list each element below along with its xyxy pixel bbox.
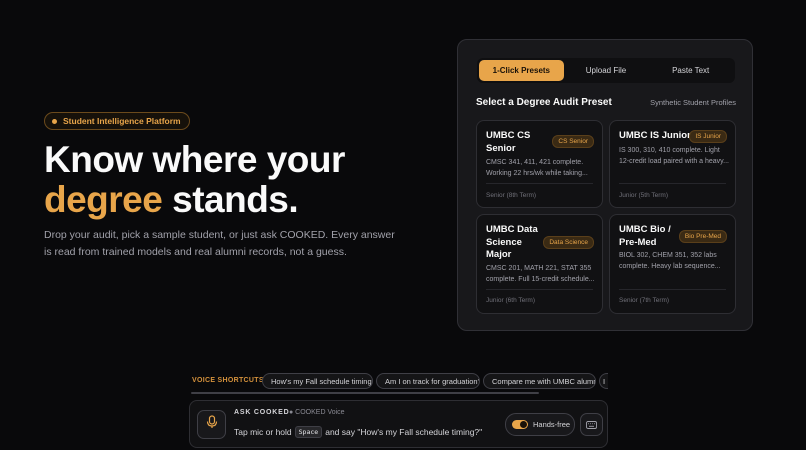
card-title: UMBC Data Science Major	[486, 224, 538, 260]
card-term: Junior (5th Term)	[619, 192, 669, 199]
input-tabs: 1-Click Presets Upload File Paste Text	[477, 58, 735, 83]
card-tag: CS Senior	[552, 135, 594, 148]
mic-button[interactable]	[197, 410, 226, 439]
card-divider	[619, 289, 726, 290]
preset-card-is-junior[interactable]: UMBC IS Junior IS Junior IS 300, 310, 41…	[609, 120, 736, 208]
card-description: IS 300, 310, 410 complete. Light 12-cred…	[619, 147, 729, 165]
tab-paste-text[interactable]: Paste Text	[648, 60, 733, 81]
hero-title: Know where your degree stands.	[44, 140, 345, 220]
card-title: UMBC IS Junior	[619, 130, 691, 141]
voice-shortcuts-label: VOICE SHORTCUTS:	[192, 377, 267, 384]
keyboard-icon	[586, 416, 597, 434]
hands-free-label: Hands-free	[533, 420, 571, 429]
shortcuts-scrollbar[interactable]	[191, 392, 539, 394]
card-tag: Bio Pre-Med	[678, 230, 727, 243]
ask-hint: Tap mic or hold Space and say "How's my …	[234, 426, 482, 438]
badge-label: Student Intelligence Platform	[63, 116, 181, 126]
space-key: Space	[294, 426, 323, 438]
voice-chip-graduation[interactable]: Am I on track for graduation?	[376, 373, 480, 389]
tab-presets[interactable]: 1-Click Presets	[479, 60, 564, 81]
toggle-switch-icon	[512, 420, 528, 429]
tab-upload-file[interactable]: Upload File	[564, 60, 649, 81]
preset-card-data-science[interactable]: UMBC Data Science Major Data Science CMS…	[476, 214, 603, 314]
hint-prefix: Tap mic or hold	[234, 427, 292, 437]
card-title: UMBC CS Senior	[486, 130, 531, 154]
card-description: BIOL 302, CHEM 351, 352 labs complete. H…	[619, 252, 721, 270]
card-divider	[486, 183, 593, 184]
voice-chip-fall-schedule[interactable]: How's my Fall schedule timing?	[262, 373, 373, 389]
preset-card-cs-senior[interactable]: UMBC CS Senior CS Senior CMSC 341, 411, …	[476, 120, 603, 208]
card-description: CMSC 201, MATH 221, STAT 355 complete. F…	[486, 265, 595, 283]
panel-header: Select a Degree Audit Preset Synthetic S…	[476, 97, 736, 108]
hero-title-accent: degree	[44, 179, 163, 220]
card-divider	[486, 289, 593, 290]
hint-suffix: and say "How's my Fall schedule timing?"	[325, 427, 483, 437]
hands-free-toggle[interactable]: Hands-free	[505, 413, 575, 436]
platform-badge: Student Intelligence Platform	[44, 112, 190, 130]
hero-title-rest: stands.	[162, 179, 299, 220]
synthetic-profiles-link[interactable]: Synthetic Student Profiles	[650, 98, 736, 107]
cooked-voice-label: ● COOKED Voice	[289, 409, 345, 416]
hero-title-line1: Know where your	[44, 139, 345, 180]
card-title: UMBC Bio / Pre-Med	[619, 224, 671, 248]
card-term: Senior (8th Term)	[486, 192, 537, 199]
preset-card-bio-premed[interactable]: UMBC Bio / Pre-Med Bio Pre-Med BIOL 302,…	[609, 214, 736, 314]
card-description: CMSC 341, 411, 421 complete. Working 22 …	[486, 159, 588, 177]
card-divider	[619, 183, 726, 184]
voice-chip-compare-alumni[interactable]: Compare me with UMBC alumni	[483, 373, 596, 389]
hero-subtitle: Drop your audit, pick a sample student, …	[44, 229, 395, 258]
card-tag: IS Junior	[689, 130, 727, 143]
microphone-icon	[206, 415, 218, 434]
card-term: Senior (7th Term)	[619, 297, 670, 304]
keyboard-button[interactable]	[580, 413, 603, 436]
panel-title: Select a Degree Audit Preset	[476, 97, 612, 108]
badge-dot-icon	[52, 118, 57, 124]
card-term: Junior (6th Term)	[486, 297, 536, 304]
ask-cooked-label: ASK COOKED	[234, 409, 290, 416]
voice-chip-partial[interactable]: I	[599, 373, 608, 389]
preset-panel: 1-Click Presets Upload File Paste Text S…	[457, 39, 753, 331]
card-tag: Data Science	[543, 236, 594, 249]
ask-cooked-bar: ASK COOKED ● COOKED Voice Tap mic or hol…	[189, 400, 608, 448]
